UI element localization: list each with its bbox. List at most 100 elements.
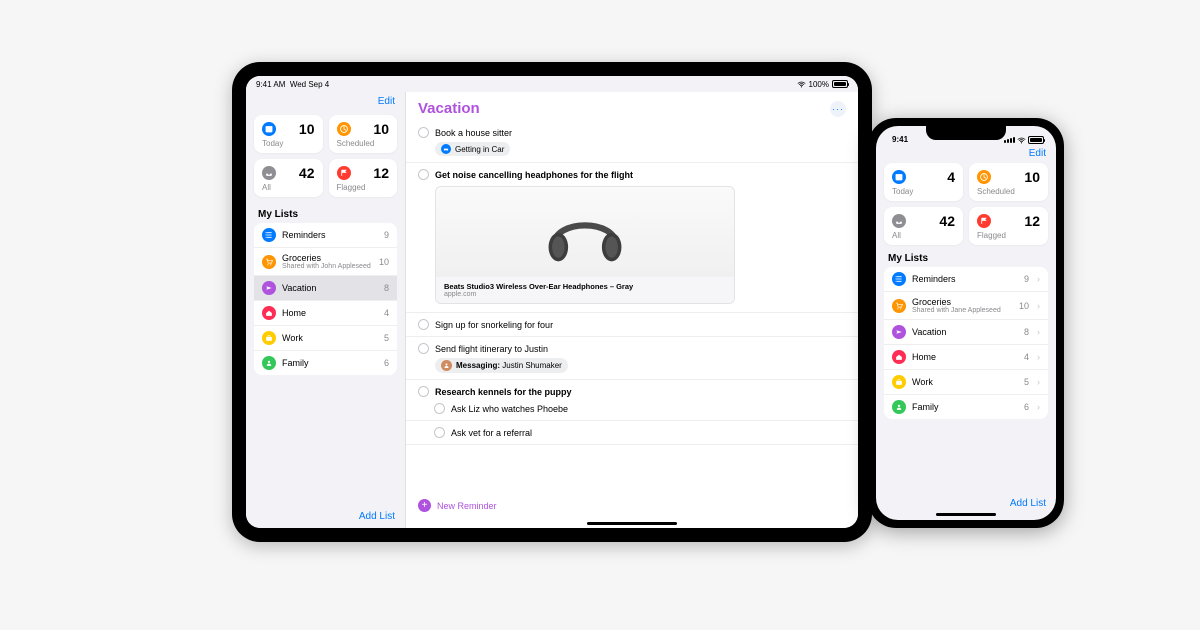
list-row-work[interactable]: Work 5	[254, 326, 397, 351]
chevron-right-icon: ›	[1037, 352, 1040, 362]
ipad-list-group: Reminders 9 Groceries Shared with John A…	[254, 223, 397, 375]
card-count: 42	[939, 213, 955, 229]
iphone-notch	[926, 126, 1006, 140]
list-row-home[interactable]: Home 4	[254, 301, 397, 326]
list-row-vacation[interactable]: Vacation 8 ›	[884, 320, 1048, 345]
list-row-home[interactable]: Home 4 ›	[884, 345, 1048, 370]
status-time: 9:41	[888, 135, 908, 144]
card-label: All	[262, 183, 315, 192]
list-count: 6	[384, 358, 389, 368]
home-indicator	[936, 513, 996, 516]
list-count: 4	[1024, 352, 1029, 362]
new-reminder-button[interactable]: + New Reminder	[406, 491, 858, 520]
list-count: 10	[1019, 301, 1029, 311]
card-label: Flagged	[977, 231, 1040, 240]
smart-list-card-scheduled[interactable]: 10 Scheduled	[329, 115, 398, 153]
wifi-icon	[1017, 137, 1026, 144]
battery-percent: 100%	[809, 80, 829, 89]
list-row-vacation[interactable]: Vacation 8	[254, 276, 397, 301]
smart-list-card-scheduled[interactable]: 10 Scheduled	[969, 163, 1048, 201]
plane-icon	[892, 325, 906, 339]
complete-toggle[interactable]	[434, 403, 445, 414]
smart-list-card-today[interactable]: 10 Today	[254, 115, 323, 153]
reminder-item[interactable]: Sign up for snorkeling for four	[406, 313, 858, 337]
smart-list-card-flagged[interactable]: 12 Flagged	[969, 207, 1048, 245]
card-label: Scheduled	[337, 139, 390, 148]
list-title: Vacation	[418, 100, 480, 117]
list-row-work[interactable]: Work 5 ›	[884, 370, 1048, 395]
complete-toggle[interactable]	[418, 319, 429, 330]
reminder-title: Ask vet for a referral	[451, 428, 532, 438]
reminder-subitem[interactable]: Ask vet for a referral	[406, 421, 858, 445]
smart-list-card-all[interactable]: 42 All	[884, 207, 963, 245]
list-name: Reminders	[912, 274, 1018, 284]
car-icon	[441, 144, 451, 154]
calendar-icon	[262, 122, 276, 136]
plane-icon	[262, 281, 276, 295]
add-list-button[interactable]: Add List	[1010, 498, 1046, 509]
contact-chip[interactable]: Messaging: Justin Shumaker	[435, 358, 568, 373]
reminder-item[interactable]: Get noise cancelling headphones for the …	[406, 163, 858, 313]
iphone-list-group: Reminders 9 › Groceries Shared with Jane…	[884, 267, 1048, 419]
add-list-button[interactable]: Add List	[359, 511, 395, 522]
edit-button[interactable]: Edit	[1029, 148, 1046, 159]
list-count: 6	[1024, 402, 1029, 412]
list-count: 8	[1024, 327, 1029, 337]
edit-button[interactable]: Edit	[378, 96, 395, 107]
cart-icon	[892, 299, 906, 313]
iphone-screen: 9:41 Edit 4 Today 10 Scheduled 42	[876, 126, 1056, 520]
list-row-reminders[interactable]: Reminders 9 ›	[884, 267, 1048, 292]
battery-icon	[1028, 136, 1044, 144]
reminder-item[interactable]: Send flight itinerary to Justin Messagin…	[406, 337, 858, 380]
wifi-icon	[797, 81, 806, 88]
more-button[interactable]: ···	[830, 101, 846, 117]
chevron-right-icon: ›	[1037, 402, 1040, 412]
list-name: Home	[282, 308, 378, 318]
list-name: Groceries	[912, 297, 1013, 307]
briefcase-icon	[262, 331, 276, 345]
reminder-title: Book a house sitter	[435, 128, 512, 138]
location-chip[interactable]: Getting in Car	[435, 142, 510, 156]
list-row-reminders[interactable]: Reminders 9	[254, 223, 397, 248]
list-count: 5	[384, 333, 389, 343]
complete-toggle[interactable]	[418, 386, 429, 397]
reminder-subitem[interactable]: Ask Liz who watches Phoebe	[406, 397, 858, 421]
list-name: Family	[282, 358, 378, 368]
complete-toggle[interactable]	[418, 343, 429, 354]
briefcase-icon	[892, 375, 906, 389]
list-row-family[interactable]: Family 6 ›	[884, 395, 1048, 419]
card-count: 10	[373, 121, 389, 137]
complete-toggle[interactable]	[418, 169, 429, 180]
list-name: Work	[912, 377, 1018, 387]
reminder-item[interactable]: Book a house sitter Getting in Car	[406, 121, 858, 163]
list-count: 9	[384, 230, 389, 240]
list-row-groceries[interactable]: Groceries Shared with Jane Appleseed 10 …	[884, 292, 1048, 320]
smart-list-card-today[interactable]: 4 Today	[884, 163, 963, 201]
complete-toggle[interactable]	[418, 127, 429, 138]
card-label: Today	[262, 139, 315, 148]
reminder-title: Get noise cancelling headphones for the …	[435, 170, 633, 180]
link-title: Beats Studio3 Wireless Over-Ear Headphon…	[444, 282, 726, 291]
list-row-groceries[interactable]: Groceries Shared with John Appleseed 10	[254, 248, 397, 276]
reminder-title: Research kennels for the puppy	[435, 387, 572, 397]
smart-list-card-all[interactable]: 42 All	[254, 159, 323, 197]
link-preview[interactable]: Beats Studio3 Wireless Over-Ear Headphon…	[435, 186, 735, 304]
smart-list-cards: 10 Today 10 Scheduled 42 All 12 Flagged	[246, 109, 405, 205]
card-label: All	[892, 231, 955, 240]
home-indicator	[587, 522, 677, 525]
smart-list-card-flagged[interactable]: 12 Flagged	[329, 159, 398, 197]
complete-toggle[interactable]	[434, 427, 445, 438]
ipad-detail-pane: Vacation ··· Book a house sitter Getting…	[406, 92, 858, 528]
plus-icon: +	[418, 499, 431, 512]
list-row-family[interactable]: Family 6	[254, 351, 397, 375]
reminder-title: Send flight itinerary to Justin	[435, 344, 548, 354]
chevron-right-icon: ›	[1037, 377, 1040, 387]
reminder-title: Sign up for snorkeling for four	[435, 320, 553, 330]
calendar-icon	[892, 170, 906, 184]
list-name: Family	[912, 402, 1018, 412]
reminder-item[interactable]: Research kennels for the puppy	[406, 380, 858, 397]
list-name: Vacation	[282, 283, 378, 293]
card-count: 42	[299, 165, 315, 181]
house-icon	[262, 306, 276, 320]
card-count: 12	[1024, 213, 1040, 229]
